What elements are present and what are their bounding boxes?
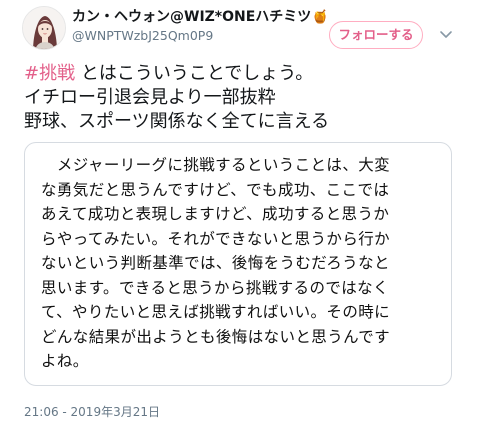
quote-line: な勇気だと思うんですけど、でも成功、ここでは: [41, 180, 390, 199]
tweet-line-2: イチロー引退会見より一部抜粋: [24, 87, 276, 108]
attached-image[interactable]: メジャーリーグに挑戦するということは、大変 な勇気だと思うんですけど、でも成功、…: [24, 142, 452, 386]
display-name-text: カン・ヘウォン@WIZ*ONEハチミツ: [72, 9, 312, 25]
tweet-text: #挑戦 とはこういうことでしょう。 イチロー引退会見より一部抜粋 野球、スポーツ…: [24, 62, 464, 134]
quote-line: よね。: [41, 352, 89, 370]
quote-line: あえて成功と表現しますけど、成功すると思うか: [41, 205, 390, 223]
chevron-down-icon[interactable]: [438, 26, 454, 42]
avatar-portrait-icon: [23, 7, 65, 49]
tweet-line-1: #挑戦 とはこういうことでしょう。: [24, 62, 464, 86]
follow-button[interactable]: フォローする: [329, 21, 423, 49]
tweet-line-1-text: とはこういうことでしょう。: [75, 63, 314, 84]
quote-line: ないという判断基準では、後悔をうむだろうなと: [41, 254, 390, 272]
author-names: カン・ヘウォン@WIZ*ONEハチミツ🍯 @WNPTWzbJ25Qm0P9: [72, 8, 329, 45]
avatar[interactable]: [22, 6, 66, 50]
quote-line: らやってみたい。それができないと思うから行か: [41, 229, 391, 248]
tweet-line-3: 野球、スポーツ関係なく全てに言える: [24, 111, 330, 132]
quote-text: メジャーリーグに挑戦するということは、大変 な勇気だと思うんですけど、でも成功、…: [41, 153, 441, 374]
tweet-header: カン・ヘウォン@WIZ*ONEハチミツ🍯 @WNPTWzbJ25Qm0P9 フォ…: [0, 0, 480, 64]
tweet-timestamp[interactable]: 21:06 - 2019年3月21日: [24, 403, 160, 420]
quote-line: どんな結果が出ようとも後悔はないと思うんです: [41, 327, 391, 346]
hashtag-link[interactable]: #挑戦: [24, 63, 75, 84]
author-handle[interactable]: @WNPTWzbJ25Qm0P9: [72, 27, 329, 45]
quote-line: メジャーリーグに挑戦するということは、大変: [41, 156, 391, 174]
quote-line: 思います。できると思うから挑戦するのではなく: [41, 278, 389, 297]
author-display-name[interactable]: カン・ヘウォン@WIZ*ONEハチミツ🍯: [72, 8, 329, 27]
honey-pot-icon: 🍯: [312, 10, 329, 25]
quote-line: て、やりたいと思えば挑戦すればいい。その時に: [41, 303, 391, 321]
